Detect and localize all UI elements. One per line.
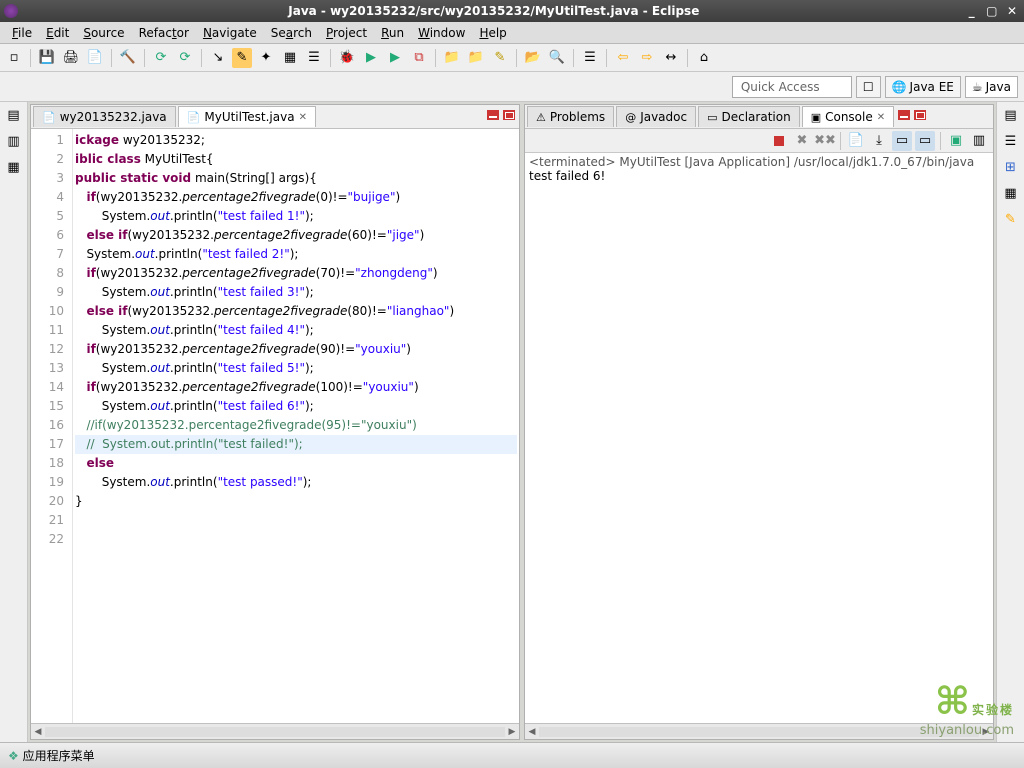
scroll-lock-icon[interactable]: ⤓ bbox=[869, 131, 889, 151]
tab-declaration[interactable]: ▭ Declaration bbox=[698, 106, 800, 127]
open-perspective-button[interactable]: ☐ bbox=[856, 76, 881, 98]
new-icon[interactable]: ▫ bbox=[4, 48, 24, 68]
step-icon[interactable]: ↘ bbox=[208, 48, 228, 68]
close-button[interactable]: ✕ bbox=[1004, 4, 1020, 18]
highlight-icon[interactable]: ✎ bbox=[232, 48, 252, 68]
external-icon[interactable]: ⧉ bbox=[409, 48, 429, 68]
app-icon bbox=[4, 4, 18, 18]
quick-access-input[interactable]: Quick Access bbox=[732, 76, 852, 98]
folder3-icon[interactable]: 📂 bbox=[523, 48, 543, 68]
wand-icon[interactable]: ✦ bbox=[256, 48, 276, 68]
open-console-icon[interactable]: ▣ bbox=[946, 131, 966, 151]
close-view-icon[interactable]: ✕ bbox=[877, 112, 885, 123]
menu-project[interactable]: Project bbox=[320, 24, 373, 42]
markers-icon[interactable]: ✎ bbox=[1002, 212, 1020, 230]
menu-source[interactable]: Source bbox=[77, 24, 130, 42]
os-taskbar[interactable]: ❖ 应用程序菜单 bbox=[0, 742, 1024, 768]
folder1-icon[interactable]: 📁 bbox=[442, 48, 462, 68]
menu-run[interactable]: Run bbox=[375, 24, 410, 42]
display-console-icon[interactable]: ▥ bbox=[969, 131, 989, 151]
print-icon[interactable]: 📄 bbox=[85, 48, 105, 68]
editor-pane: 📄 wy20135232.java 📄 MyUtilTest.java ✕ 12… bbox=[30, 104, 520, 740]
build-icon[interactable]: 🔨 bbox=[118, 48, 138, 68]
list-icon[interactable]: ☰ bbox=[304, 48, 324, 68]
hierarchy-icon[interactable]: ▦ bbox=[5, 160, 23, 178]
console-output: test failed 6! bbox=[529, 169, 989, 183]
bookmark-icon[interactable]: ▦ bbox=[1002, 186, 1020, 204]
console-hscrollbar[interactable]: ◀▶ bbox=[525, 723, 993, 739]
window-titlebar: Java - wy20135232/src/wy20135232/MyUtilT… bbox=[0, 0, 1024, 22]
pin-console-icon[interactable]: ▭ bbox=[892, 131, 912, 151]
main-toolbar: ▫ 💾 🖨 📄 🔨 ⟳ ⟳ ↘ ✎ ✦ ▦ ☰ 🐞 ▶ ▶ ⧉ 📁 📁 ✎ 📂 … bbox=[0, 44, 1024, 72]
menu-help[interactable]: Help bbox=[473, 24, 512, 42]
perspective-bar: Quick Access ☐ 🌐 Java EE ☕ Java bbox=[0, 72, 1024, 102]
view-maximize-icon[interactable] bbox=[913, 110, 927, 124]
menu-refactor[interactable]: Refactor bbox=[133, 24, 195, 42]
taskbar-menu[interactable]: 应用程序菜单 bbox=[23, 747, 95, 764]
code-editor[interactable]: 12345678910111213141516171819202122 icka… bbox=[31, 129, 519, 723]
coverage-icon[interactable]: ▶ bbox=[385, 48, 405, 68]
terminate-icon[interactable] bbox=[769, 131, 789, 151]
perspective-java-ee[interactable]: 🌐 Java EE bbox=[885, 76, 961, 98]
back-icon[interactable]: ⇦ bbox=[613, 48, 633, 68]
tab-myutiltest[interactable]: 📄 MyUtilTest.java ✕ bbox=[178, 106, 316, 127]
view-minimize-icon[interactable] bbox=[897, 110, 911, 124]
fwd-icon[interactable]: ⇨ bbox=[637, 48, 657, 68]
editor-minimize-icon[interactable] bbox=[486, 110, 500, 124]
tab-console[interactable]: ▣ Console ✕ bbox=[802, 106, 894, 127]
debug-dropdown-icon[interactable]: ⟳ bbox=[151, 48, 171, 68]
tasks-icon[interactable]: ⊞ bbox=[1002, 160, 1020, 178]
pencil-icon[interactable]: ✎ bbox=[490, 48, 510, 68]
editor-tabstrip: 📄 wy20135232.java 📄 MyUtilTest.java ✕ bbox=[31, 105, 519, 129]
remove-launch-icon[interactable]: ✖ bbox=[792, 131, 812, 151]
close-tab-icon[interactable]: ✕ bbox=[299, 112, 307, 123]
console-body[interactable]: <terminated> MyUtilTest [Java Applicatio… bbox=[525, 153, 993, 723]
tasklist-icon[interactable]: ☰ bbox=[1002, 134, 1020, 152]
team-icon[interactable]: ⌂ bbox=[694, 48, 714, 68]
perspective-java[interactable]: ☕ Java bbox=[965, 76, 1018, 98]
folder2-icon[interactable]: 📁 bbox=[466, 48, 486, 68]
menu-window[interactable]: Window bbox=[412, 24, 471, 42]
menu-edit[interactable]: Edit bbox=[40, 24, 75, 42]
reslist-icon[interactable]: ☰ bbox=[580, 48, 600, 68]
left-trim-bar: ▤ ▥ ▦ bbox=[0, 102, 28, 742]
console-toolbar: ✖ ✖✖ 📄 ⤓ ▭ ▭ ▣ ▥ bbox=[525, 129, 993, 153]
console-header: <terminated> MyUtilTest [Java Applicatio… bbox=[529, 155, 989, 169]
tab-problems[interactable]: ⚠ Problems bbox=[527, 106, 614, 127]
up-icon[interactable]: ↔ bbox=[661, 48, 681, 68]
maximize-button[interactable]: ▢ bbox=[984, 4, 1000, 18]
tab-wy20135232[interactable]: 📄 wy20135232.java bbox=[33, 106, 176, 127]
leaf-icon: ❖ bbox=[8, 749, 19, 763]
run-icon[interactable]: ▶ bbox=[361, 48, 381, 68]
navigator-icon[interactable]: ▥ bbox=[5, 134, 23, 152]
search-icon[interactable]: 🔍 bbox=[547, 48, 567, 68]
editor-hscrollbar[interactable]: ◀▶ bbox=[31, 723, 519, 739]
view-tabstrip: ⚠ Problems @ Javadoc ▭ Declaration ▣ Con… bbox=[525, 105, 993, 129]
minimize-button[interactable]: _ bbox=[964, 4, 980, 18]
clear-console-icon[interactable]: 📄 bbox=[846, 131, 866, 151]
menu-search[interactable]: Search bbox=[265, 24, 318, 42]
show-console-icon[interactable]: ▭ bbox=[915, 131, 935, 151]
bug-icon[interactable]: 🐞 bbox=[337, 48, 357, 68]
editor-maximize-icon[interactable] bbox=[502, 110, 516, 124]
outline-icon[interactable]: ▤ bbox=[1002, 108, 1020, 126]
menu-bar: File Edit Source Refactor Navigate Searc… bbox=[0, 22, 1024, 44]
grid-icon[interactable]: ▦ bbox=[280, 48, 300, 68]
remove-all-icon[interactable]: ✖✖ bbox=[815, 131, 835, 151]
saveall-icon[interactable]: 🖨 bbox=[61, 48, 81, 68]
window-title: Java - wy20135232/src/wy20135232/MyUtilT… bbox=[24, 4, 964, 18]
menu-navigate[interactable]: Navigate bbox=[197, 24, 263, 42]
save-icon[interactable]: 💾 bbox=[37, 48, 57, 68]
right-trim-bar: ▤ ☰ ⊞ ▦ ✎ bbox=[996, 102, 1024, 742]
package-explorer-icon[interactable]: ▤ bbox=[5, 108, 23, 126]
console-pane: ⚠ Problems @ Javadoc ▭ Declaration ▣ Con… bbox=[524, 104, 994, 740]
tab-javadoc[interactable]: @ Javadoc bbox=[616, 106, 696, 127]
run-dropdown-icon[interactable]: ⟳ bbox=[175, 48, 195, 68]
menu-file[interactable]: File bbox=[6, 24, 38, 42]
